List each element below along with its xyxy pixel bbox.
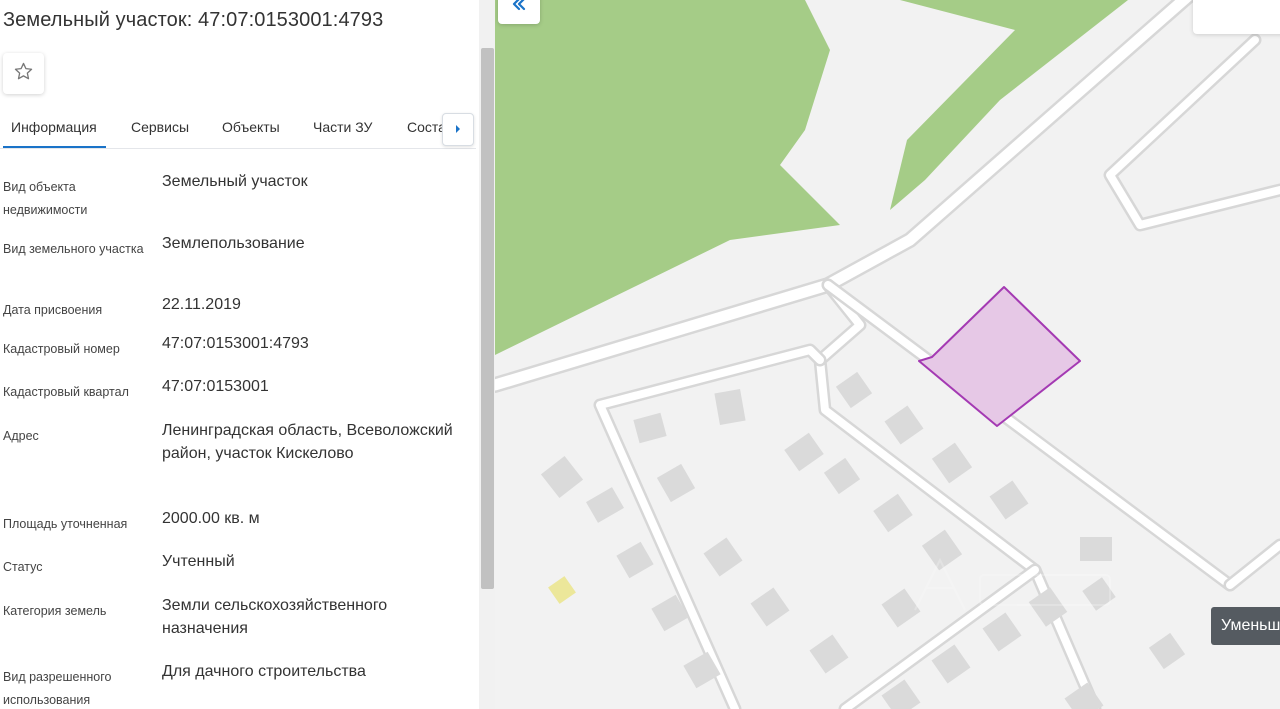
info-value: Землепользование <box>162 235 305 252</box>
tab-parcel-parts[interactable]: Части ЗУ <box>313 119 372 135</box>
info-label: Кадастровый номер <box>3 342 120 356</box>
building <box>714 388 746 426</box>
double-chevron-left-icon <box>511 0 527 16</box>
zoom-out-tooltip: Уменьш <box>1211 607 1280 645</box>
tab-bar: Информация Сервисы Объекты Части ЗУ Сост… <box>0 105 476 149</box>
building <box>1080 537 1112 561</box>
favorite-button[interactable] <box>3 53 44 94</box>
info-value: 47:07:0153001:4793 <box>162 335 309 352</box>
info-value: 2000.00 кв. м <box>162 510 260 527</box>
info-label: Дата присвоения <box>3 303 103 317</box>
info-label: Вид земельного участка <box>3 242 144 256</box>
info-value: Для дачного строительства <box>162 663 366 680</box>
info-value: 47:07:0153001 <box>162 378 269 395</box>
info-value: Земельный участок <box>162 173 308 190</box>
info-label: Кадастровый квартал <box>3 385 129 399</box>
tabs-next-button[interactable] <box>442 113 474 146</box>
tab-information[interactable]: Информация <box>11 119 97 135</box>
info-label: Площадь уточненная <box>3 517 128 531</box>
info-label: Статус <box>3 560 43 574</box>
info-label: Вид разрешенного использования <box>3 670 112 707</box>
tab-composition[interactable]: Соста <box>407 119 446 135</box>
map-view[interactable]: Уменьш <box>495 0 1280 709</box>
info-label: Адрес <box>3 429 39 443</box>
info-value: Земли сельскохозяйственного назначения <box>162 597 388 637</box>
map-control-panel[interactable] <box>1193 0 1280 34</box>
page-title: Земельный участок: 47:07:0153001:4793 <box>3 9 384 31</box>
active-tab-indicator <box>3 146 106 148</box>
tab-services[interactable]: Сервисы <box>131 119 189 135</box>
collapse-panel-button[interactable] <box>498 0 540 24</box>
info-value: 22.11.2019 <box>162 296 241 313</box>
info-value: Ленинградская область, Всеволожский райо… <box>162 422 453 462</box>
info-value: Учтенный <box>162 553 235 570</box>
tab-objects[interactable]: Объекты <box>222 119 280 135</box>
panel-scrollbar-thumb[interactable] <box>481 48 494 589</box>
star-outline-icon <box>13 61 34 87</box>
info-label: Вид объекта недвижимости <box>3 180 88 217</box>
info-label: Категория земель <box>3 604 107 618</box>
map-canvas[interactable] <box>495 0 1280 709</box>
caret-right-icon <box>454 121 462 139</box>
info-panel: Земельный участок: 47:07:0153001:4793 Ин… <box>0 0 495 709</box>
